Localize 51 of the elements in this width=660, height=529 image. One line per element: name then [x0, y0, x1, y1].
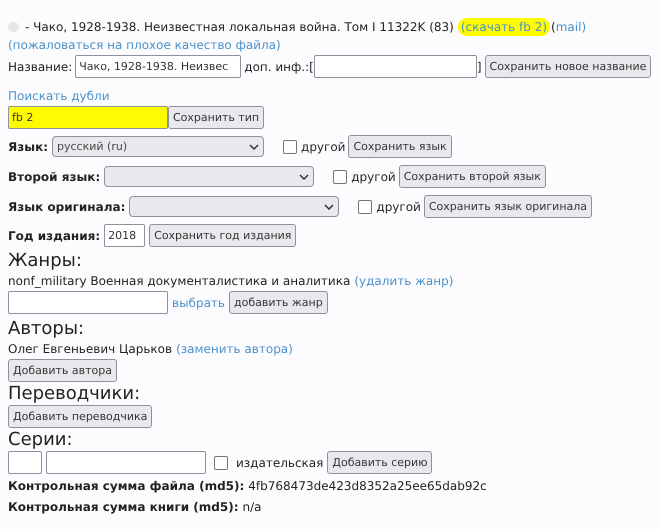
chevron-down-icon: [324, 204, 334, 210]
button[interactable]: Сохранить язык оригинала: [424, 195, 592, 218]
title-field[interactable]: Чако, 1928-1938. Неизвес: [75, 55, 242, 78]
button[interactable]: Сохранить новое название: [484, 55, 652, 78]
type-field[interactable]: fb 2: [8, 106, 168, 129]
bracket: ]: [476, 58, 482, 76]
list-item-text: Олег Евгеньевич Царьков: [8, 341, 172, 358]
checksum-value: n/a: [242, 499, 262, 516]
button[interactable]: Сохранить язык: [348, 135, 452, 158]
section-heading: Авторы:: [8, 318, 84, 340]
section-heading: Жанры:: [8, 250, 82, 272]
field-label: Контрольная сумма книги (md5):: [8, 499, 239, 516]
button[interactable]: Сохранить год издания: [149, 224, 296, 247]
chevron-down-icon: [299, 174, 310, 180]
section-heading: Переводчики:: [8, 383, 140, 405]
field-label: Язык:: [8, 138, 48, 156]
cover-thumbnail-icon: [8, 22, 19, 32]
checkbox-label: другой: [351, 168, 396, 186]
checkbox-label: издательская: [236, 454, 324, 472]
field-label: Язык оригинала:: [8, 198, 126, 216]
series-number-field[interactable]: [8, 451, 42, 474]
button[interactable]: Сохранить второй язык: [398, 165, 546, 188]
list-item-text: nonf_military Военная документалистика и аналитика: [8, 273, 350, 290]
button[interactable]: Сохранить тип: [168, 106, 264, 129]
language-dropdown[interactable]: русский (ru): [52, 136, 264, 157]
checkbox[interactable]: [283, 140, 298, 154]
field-label: Второй язык:: [8, 168, 100, 186]
checkbox[interactable]: [333, 170, 348, 184]
field-label: доп. инф.:[: [244, 58, 314, 76]
checkbox[interactable]: [358, 200, 372, 214]
field-label: Контрольная сумма файла (md5):: [8, 478, 244, 495]
series-name-field[interactable]: [46, 451, 206, 474]
field-label: Название:: [8, 58, 72, 76]
year-field[interactable]: 2018: [104, 224, 146, 247]
checksum-value: 4fb768473de423d8352a25ee65dab92c: [248, 478, 487, 495]
language-dropdown[interactable]: [104, 166, 314, 187]
genre-field[interactable]: [8, 291, 168, 314]
button[interactable]: добавить жанр: [228, 291, 328, 314]
field-label: Год издания:: [8, 228, 100, 244]
section-heading: Серии:: [8, 429, 73, 451]
language-dropdown[interactable]: [129, 196, 340, 217]
button[interactable]: Добавить серию: [327, 451, 432, 474]
button[interactable]: Добавить переводчика: [8, 405, 152, 428]
parenthesis: (: [551, 19, 556, 36]
book-title: - Чако, 1928-1938. Неизвестная локальная война. Том I 11322K (83): [25, 19, 454, 36]
chevron-down-icon: [249, 144, 260, 150]
button[interactable]: Добавить автора: [8, 359, 117, 382]
checkbox[interactable]: [214, 456, 228, 470]
extra-info-field[interactable]: [314, 55, 477, 78]
checkbox-label: другой: [376, 198, 421, 216]
checkbox-label: другой: [301, 138, 346, 156]
